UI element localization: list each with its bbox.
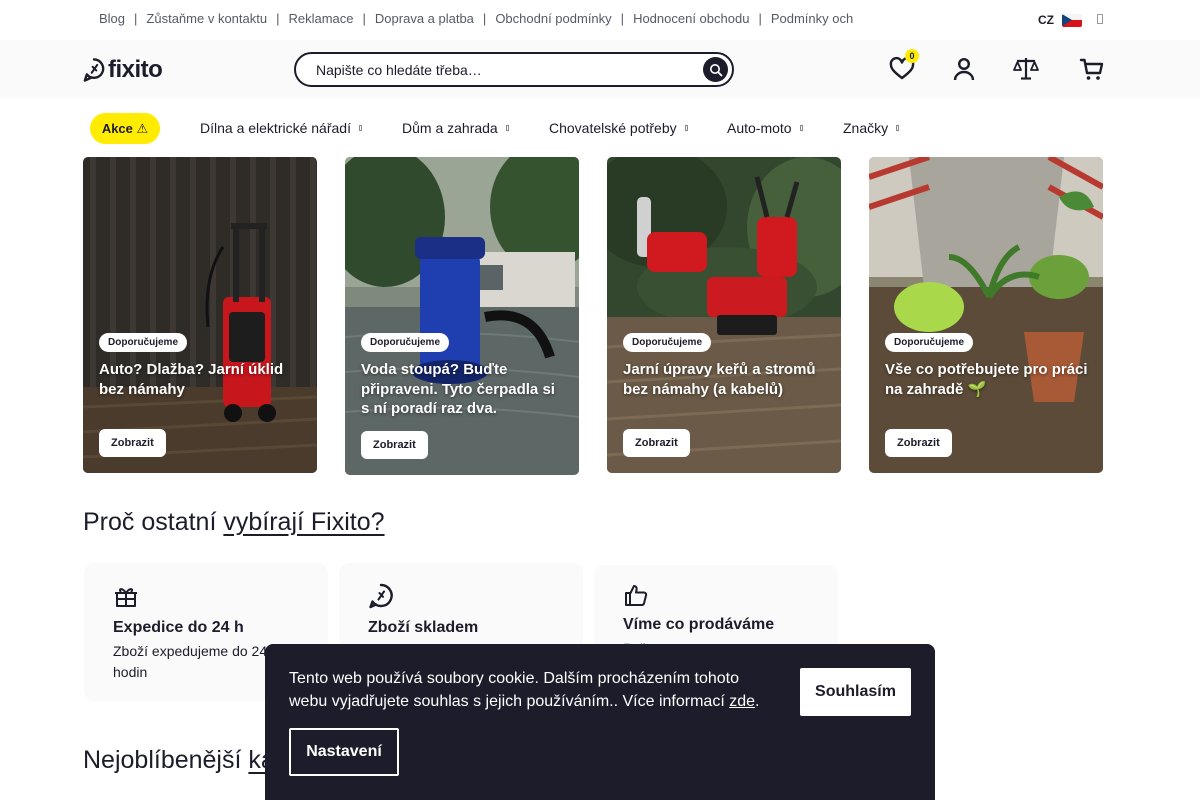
separator: | [276, 11, 280, 26]
search-bar [294, 52, 734, 87]
cookie-more-info-link[interactable]: zde [729, 693, 755, 710]
cookie-message: Tento web používá soubory cookie. Dalším… [289, 668, 769, 713]
popular-title-text: Nejoblíbenější [83, 746, 249, 774]
banner-show-button[interactable]: Zobrazit [623, 429, 690, 457]
banner-title: Vše co potřebujete pro práci na zahradě … [885, 361, 1088, 398]
logo[interactable]: fixito [83, 56, 163, 84]
popular-categories-title: Nejoblíbenější ka [83, 746, 275, 775]
water-pump-image [345, 157, 579, 475]
cordless-chainsaw-image [607, 157, 841, 473]
fixito-logo-icon [83, 58, 105, 82]
czech-flag-icon [1062, 13, 1082, 27]
banner-tag: Doporučujeme [623, 333, 712, 352]
banner-show-button[interactable]: Zobrazit [361, 431, 428, 459]
banner-chainsaw[interactable]: Doporučujeme Jarní úpravy keřů a stromů … [607, 157, 841, 473]
nav-item-pets[interactable]: Chovatelské potřeby [549, 120, 688, 136]
user-icon[interactable] [950, 55, 978, 83]
banner-tag: Doporučujeme [361, 333, 450, 352]
dropdown-icon [896, 125, 900, 131]
nav-item-label: Dílna a elektrické nářadí [200, 120, 351, 136]
language-switcher[interactable]: CZ [1038, 13, 1082, 27]
separator: | [620, 11, 625, 26]
banner-title: Voda stoupá? Buďte připraveni. Tyto čerp… [361, 361, 555, 417]
banner-title: Auto? Dlažba? Jarní úklid bez námahy [99, 361, 284, 398]
top-bar: Blog | Zůstaňme v kontaktu | Reklamace |… [0, 0, 1200, 40]
cookie-text: Tento web používá soubory cookie. Dalším… [289, 670, 740, 710]
banner-water-pump[interactable]: Doporučujeme Voda stoupá? Buďte připrave… [345, 157, 579, 475]
cookie-agree-button[interactable]: Souhlasím [800, 668, 911, 716]
cookie-settings-button[interactable]: Nastavení [289, 728, 399, 776]
benefit-title: Víme co prodáváme [623, 616, 775, 633]
separator: | [758, 11, 762, 26]
search-input[interactable] [316, 61, 686, 79]
nav-item-auto-moto[interactable]: Auto-moto [727, 120, 803, 136]
cookie-consent-dialog: Tento web používá soubory cookie. Dalším… [265, 644, 935, 800]
benefit-title: Expedice do 24 h [113, 619, 244, 636]
dropdown-icon [799, 125, 803, 131]
nav-akce-button[interactable]: Akce ⚠ [90, 113, 160, 144]
banner-show-button[interactable]: Zobrazit [885, 429, 952, 457]
nav-item-label: Dům a zahrada [402, 120, 498, 136]
why-title-text: Proč ostatní [83, 508, 224, 536]
top-link-complaints[interactable]: Reklamace [288, 11, 353, 26]
top-link-contact[interactable]: Zůstaňme v kontaktu [146, 11, 267, 26]
cookie-text-end: . [755, 692, 760, 710]
why-title-link[interactable]: vybírají Fixito? [223, 508, 384, 536]
language-code: CZ [1038, 13, 1054, 27]
wishlist-count-badge: 0 [905, 49, 919, 63]
gift-box-icon [115, 588, 137, 607]
top-link-reviews[interactable]: Hodnocení obchodu [633, 11, 749, 26]
dropdown-icon [505, 125, 509, 131]
banner-garden[interactable]: Doporučujeme Vše co potřebujete pro prác… [869, 157, 1103, 473]
banner-tag: Doporučujeme [99, 333, 188, 352]
banner-title: Jarní úpravy keřů a stromů bez námahy (a… [623, 361, 816, 398]
banner-pressure-washer[interactable]: Doporučujeme Auto? Dlažba? Jarní úklid b… [83, 157, 317, 473]
dropdown-icon [684, 125, 688, 131]
fixito-badge-icon [369, 583, 393, 609]
top-link-privacy[interactable]: Podmínky och [771, 11, 853, 26]
language-dropdown-icon[interactable] [1097, 14, 1103, 24]
separator: | [482, 11, 487, 26]
separator: | [362, 11, 366, 26]
separator: | [134, 11, 138, 26]
top-link-blog[interactable]: Blog [99, 11, 125, 26]
logo-text: fixito [108, 56, 163, 83]
banner-tag: Doporučujeme [885, 333, 974, 352]
benefit-title: Zboží skladem [368, 619, 479, 636]
nav-item-home-garden[interactable]: Dům a zahrada [402, 120, 509, 136]
dropdown-icon [358, 125, 362, 131]
cart-icon[interactable] [1078, 55, 1106, 83]
nav-item-label: Chovatelské potřeby [549, 120, 677, 136]
top-links: Blog | Zůstaňme v kontaktu | Reklamace |… [99, 11, 853, 26]
nav-item-label: Auto-moto [727, 120, 792, 136]
compare-scale-icon[interactable] [1012, 55, 1040, 83]
top-link-shipping[interactable]: Doprava a platba [375, 11, 474, 26]
search-icon [709, 63, 722, 76]
pressure-washer-image [83, 157, 317, 473]
banner-show-button[interactable]: Zobrazit [99, 429, 166, 457]
nav-item-workshop[interactable]: Dílna a elektrické nářadí [200, 120, 362, 136]
nav-item-brands[interactable]: Značky [843, 120, 900, 136]
gardening-image [869, 157, 1103, 473]
benefit-description: Zboží expedujeme do 24 hodin [113, 643, 268, 680]
nav-item-label: Značky [843, 120, 889, 136]
thumbs-up-icon [625, 585, 648, 606]
top-link-terms[interactable]: Obchodní podmínky [495, 11, 611, 26]
why-section-title: Proč ostatní vybírají Fixito? [83, 508, 385, 537]
search-button[interactable] [703, 57, 728, 82]
